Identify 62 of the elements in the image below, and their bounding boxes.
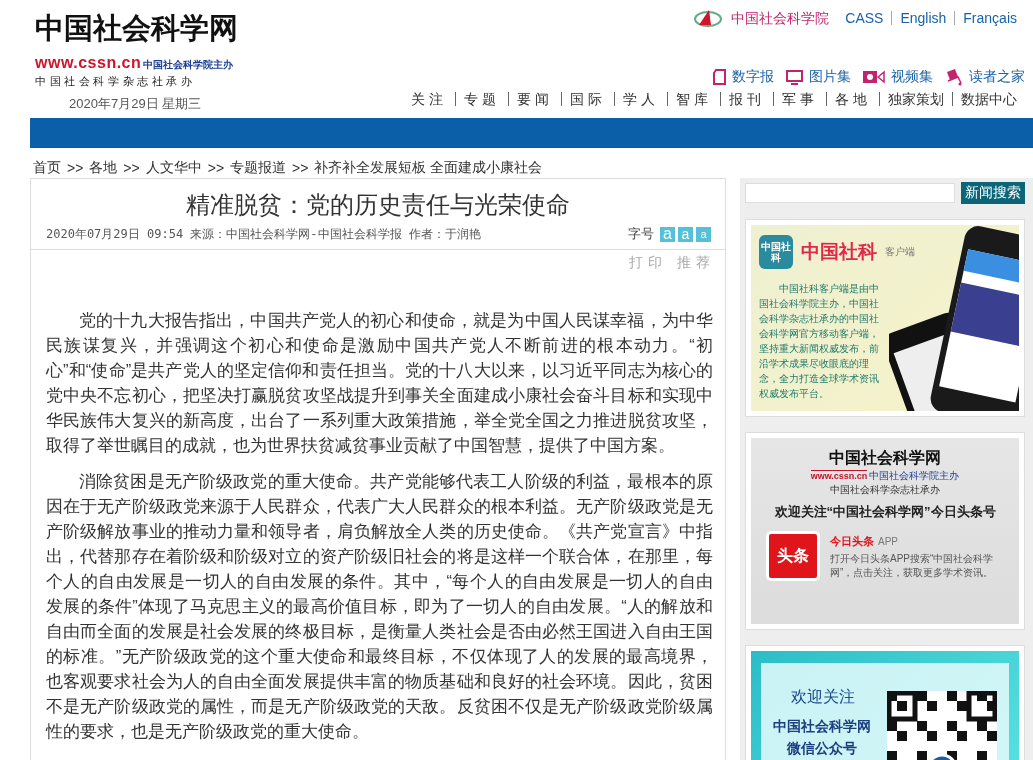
banner-headline: 欢迎关注 bbox=[791, 687, 856, 707]
breadcrumb-link[interactable]: 各地 bbox=[89, 159, 118, 177]
account-type: 微信公众号 bbox=[786, 740, 858, 758]
media-link[interactable]: 读者之家 bbox=[969, 68, 1025, 86]
nav-link[interactable]: 军事 bbox=[773, 92, 826, 106]
language-link[interactable]: English bbox=[891, 11, 955, 25]
breadcrumb-link[interactable]: 补齐补全发展短板 全面建成小康社会 bbox=[314, 159, 543, 177]
language-link[interactable]: CASS bbox=[837, 11, 892, 25]
font-size-label: 字号 bbox=[628, 225, 654, 243]
breadcrumb-separator: >> bbox=[123, 160, 140, 176]
nav-link[interactable]: 数据中心 bbox=[952, 92, 1025, 106]
nav-link[interactable]: 关注 bbox=[403, 92, 455, 106]
institute-link[interactable]: 中国社会科学院 bbox=[723, 11, 838, 25]
media-link[interactable]: 图片集 bbox=[809, 68, 851, 86]
toutiao-app-icon: 头条 bbox=[766, 531, 820, 581]
document-icon bbox=[713, 69, 726, 85]
nav-link[interactable]: 学人 bbox=[614, 92, 667, 106]
banner-headline: 欢迎关注“中国社会科学网”今日头条号 bbox=[774, 503, 996, 521]
app-description: 中国社科客户端是由中国社会科学院主办，中国社会科学杂志社承办的中国社会科学网官方移动客户端，坚持重大新闻权威发布，前沿学术成果尽收眼底的理念，全力打造全球学术资讯权威发布平台。 bbox=[759, 282, 880, 401]
banner-url: www.cssn.cn bbox=[810, 470, 868, 481]
breadcrumb-separator: >> bbox=[207, 160, 225, 176]
breadcrumb-link[interactable]: 首页 bbox=[33, 159, 61, 177]
app-tag: APP bbox=[878, 536, 898, 547]
search-button[interactable]: 新闻搜索 bbox=[961, 182, 1025, 204]
article-meta: 2020年07月29日 09:54 来源：中国社会科学网-中国社会科学报 作者：于润艳 bbox=[46, 225, 481, 243]
breadcrumb-separator: >> bbox=[67, 160, 84, 176]
video-camera-icon bbox=[863, 70, 885, 84]
wechat-promo-banner[interactable]: 欢迎关注 中国社会科学网 微信公众号 bbox=[751, 651, 1019, 760]
site-publisher: 中国社会科学杂志社承办 bbox=[35, 74, 197, 89]
nav-link[interactable]: 报刊 bbox=[720, 92, 773, 106]
banner-instructions: 打开今日头条APP搜索“中国社会科学网”，点击关注，获取更多学术资讯。 bbox=[830, 552, 995, 580]
media-link[interactable]: 视频集 bbox=[891, 68, 933, 86]
banner-logo-text: 中国社会科学网 bbox=[829, 448, 941, 469]
search-field[interactable] bbox=[745, 183, 955, 203]
monitor-icon bbox=[786, 69, 803, 85]
app-icon: 中国社科 bbox=[759, 235, 793, 269]
article-paragraph: 党的十九大报告指出，中国共产党人的初心和使命，就是为中国人民谋幸福，为中华民族谋复兴，并强调这个初心和使命是激励中国共产党人不断前进的根本动力。“初心”和“使命”是共产党人的坚定信仰和责任担当。党的十八大以来，以习近平同志为核心的党中央不忘初心，把坚决打赢脱贫攻坚战提升到事关全面建成小康社会奋斗目标和实现中华民族伟大复兴的新高度，出台了一系列重大政策措施，举全党全国之力推进脱贫攻坚，取得了举世瞩目的成就，也为世界扶贫减贫事业贡献了中国智慧，提供了中国方案。 bbox=[46, 310, 713, 456]
nav-link[interactable]: 独家策划 bbox=[879, 92, 952, 106]
nav-link[interactable]: 国际 bbox=[561, 92, 614, 106]
site-sponsor: 中国社会科学院主办 bbox=[143, 58, 234, 72]
banner-sponsor: 中国社会科学院主办 bbox=[869, 469, 960, 483]
breadcrumb-link[interactable]: 人文华中 bbox=[145, 159, 202, 177]
app-title: 中国社科 bbox=[801, 240, 877, 264]
nav-link[interactable]: 各地 bbox=[826, 92, 879, 106]
nav-link[interactable]: 智库 bbox=[667, 92, 720, 106]
article-paragraph: 消除贫困是无产阶级政党的重大使命。共产党能够代表工人阶级的利益，最根本的原因在于无产阶级政党来源于人民群众，代表广大人民群众的根本利益。无产阶级政党是无产阶级解放事业的推动力量和领导者，肩负解放全人类的历史使命。《共产党宣言》中指出，代替那存在着阶级和阶级对立的资产阶级旧社会的将是这样一个联合体，在那里，每个人的自由发展是一切人的自由发展的条件。其中，“每个人的自由发展是一切人的自由发展的条件”体现了马克思主义的最高价值目标，即为了一切人的自由发展。“人的解放和自由而全面的发展是社会发展的终极目标，是衡量人类社会是否由必然王国进入自由王国的标准。”无产阶级政党的这个重大使命和最终目标，不仅体现了人的发展的最高境界，也客观要求社会为人的自由全面发展提供丰富的物质基础和良好的社会环境。因此，贫困不是无产阶级政党的属性，而是无产阶级政党的天敌。反贫困不仅是无产阶级政党阶级属性的要求，也是无产阶级政党的重大使命。 bbox=[46, 471, 713, 742]
media-link[interactable]: 数字报 bbox=[732, 68, 774, 86]
site-logo-title[interactable]: 中国社会科学网 bbox=[35, 8, 245, 48]
nav-link[interactable]: 要闻 bbox=[508, 92, 561, 106]
app-subtitle: 客户端 bbox=[885, 245, 915, 259]
account-name: 中国社会科学网 bbox=[773, 718, 871, 736]
breadcrumb-separator: >> bbox=[292, 160, 309, 176]
book-cart-icon bbox=[945, 68, 963, 86]
current-date: 2020年7月29日 星期三 bbox=[69, 95, 203, 113]
banner-publisher: 中国社会科学杂志社承办 bbox=[830, 483, 940, 497]
app-name: 今日头条 bbox=[830, 535, 874, 547]
breadcrumb-link[interactable]: 专题报道 bbox=[230, 159, 287, 177]
nav-link[interactable]: 专题 bbox=[455, 92, 508, 106]
language-link[interactable]: Français bbox=[954, 11, 1025, 25]
site-url: www.cssn.cn bbox=[35, 54, 142, 72]
article-title: 精准脱贫：党的历史责任与光荣使命 bbox=[185, 190, 571, 220]
toutiao-promo-banner[interactable]: 中国社会科学网 www.cssn.cn 中国社会科学院主办 中国社会科学杂志社承办 欢迎关注“中国社会科学网”今日头条号 头条 今日头条 APP 打开今日头条APP搜索“中国社会科学网”，点击关注，获取更多学术资讯。 bbox=[751, 438, 1019, 624]
